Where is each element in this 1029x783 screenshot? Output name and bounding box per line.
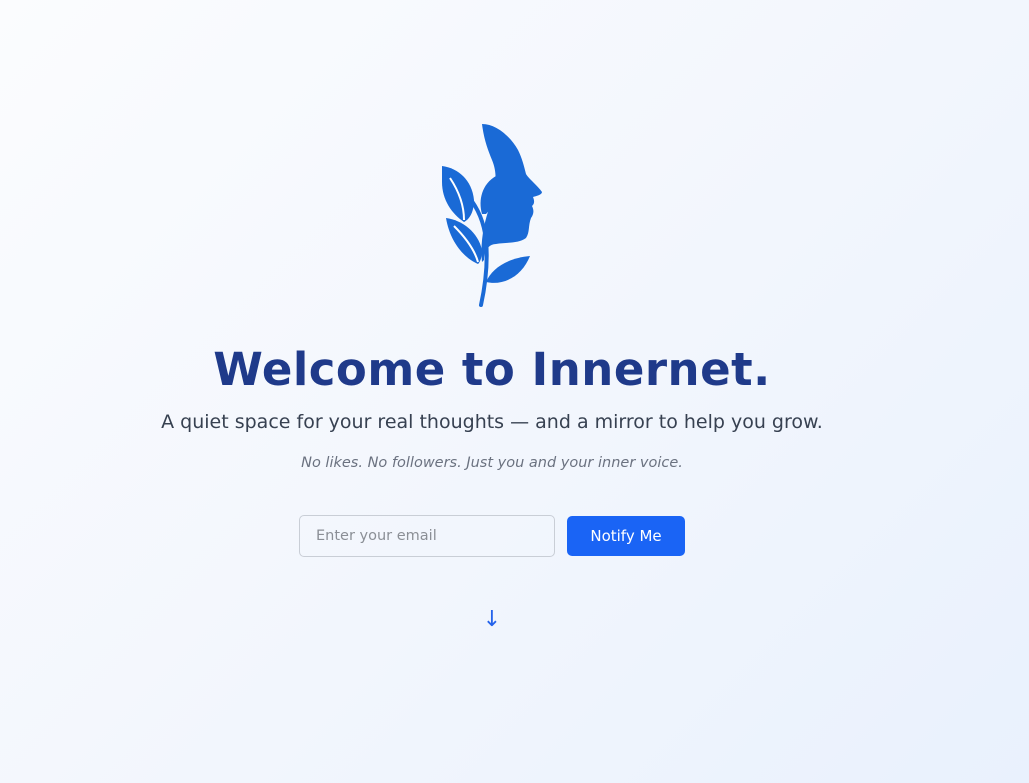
subtagline: No likes. No followers. Just you and you… <box>301 455 683 471</box>
leaf-face-logo-icon <box>438 122 546 308</box>
page-title: Welcome to Innernet. <box>213 343 771 396</box>
arrow-down-icon[interactable]: ↓ <box>472 604 512 636</box>
notify-me-button[interactable]: Notify Me <box>567 516 685 556</box>
email-input[interactable] <box>299 515 555 557</box>
tagline: A quiet space for your real thoughts — a… <box>161 411 823 433</box>
